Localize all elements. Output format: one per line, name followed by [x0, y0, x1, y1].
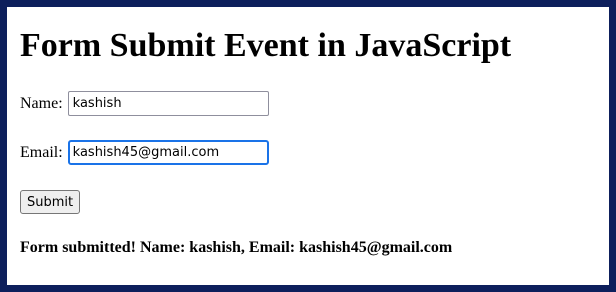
submission-result-message: Form submitted! Name: kashish, Email: ka…: [20, 239, 453, 256]
page-content: Form Submit Event in JavaScript Name: Em…: [20, 7, 609, 285]
email-input[interactable]: [67, 140, 269, 165]
name-label: Name:: [20, 94, 63, 112]
name-row: Name:: [20, 91, 269, 116]
email-label: Email:: [20, 143, 63, 161]
email-row: Email:: [20, 140, 269, 165]
page-title: Form Submit Event in JavaScript: [20, 27, 512, 64]
page-body: { "page": { "title": "Form Submit Event …: [0, 0, 616, 292]
name-input[interactable]: [67, 91, 269, 116]
submit-button[interactable]: Submit: [20, 190, 81, 214]
